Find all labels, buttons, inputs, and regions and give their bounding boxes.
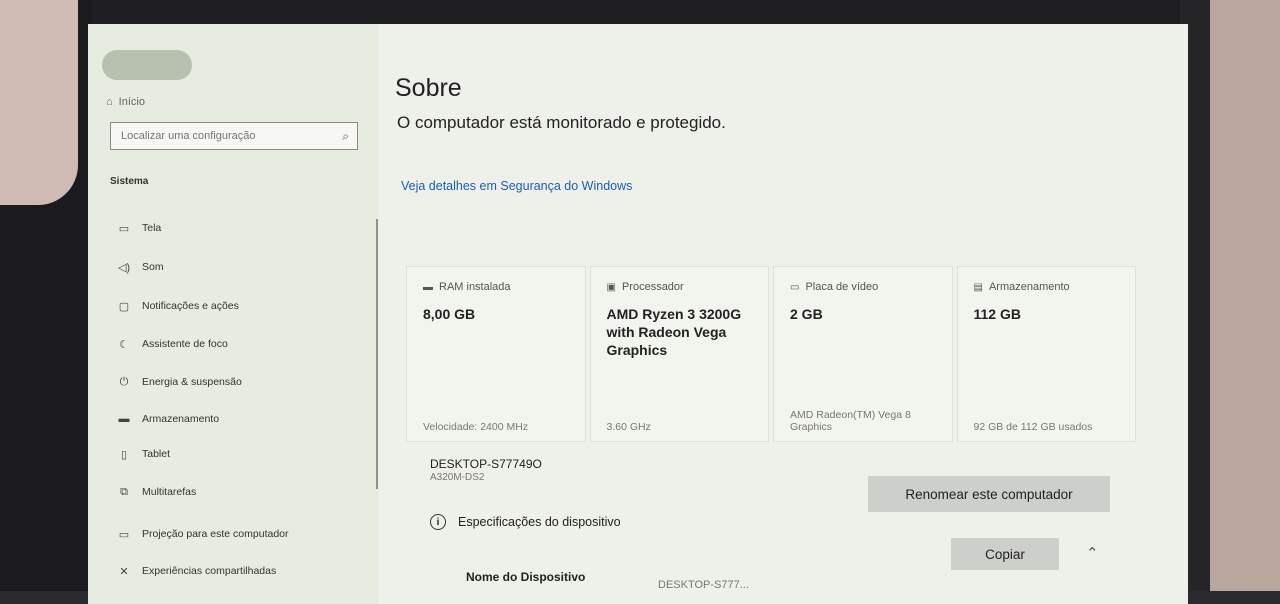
search-icon[interactable]: ⌕ bbox=[342, 129, 349, 144]
card-label: RAM instalada bbox=[439, 281, 511, 293]
card-subtext: Velocidade: 2400 MHz bbox=[423, 421, 529, 433]
info-icon: i bbox=[430, 514, 446, 530]
sidebar-item-label: Tela bbox=[142, 222, 162, 234]
page-title: Sobre bbox=[395, 74, 462, 102]
protection-status: O computador está monitorado e protegido… bbox=[397, 113, 726, 132]
power-icon: ⏻ bbox=[119, 375, 129, 388]
sidebar-item-armazenamento[interactable]: ▬ Armazenamento bbox=[116, 408, 220, 430]
card-header: ▣ Processador bbox=[607, 281, 753, 293]
sidebar-item-label: Assistente de foco bbox=[142, 338, 228, 350]
sidebar-item-notificacoes[interactable]: ▢ Notificações e ações bbox=[116, 295, 239, 317]
settings-window: ⌂ Início ⌕ Sistema ▭ Tela ◁) Som ▢ Notif… bbox=[88, 24, 1188, 604]
sidebar-item-tela[interactable]: ▭ Tela bbox=[116, 217, 161, 239]
card-value: AMD Ryzen 3 3200G with Radeon Vega Graph… bbox=[606, 306, 742, 359]
sidebar-item-label: Projeção para este computador bbox=[142, 528, 289, 540]
card-label: Processador bbox=[621, 281, 684, 293]
settings-search-box[interactable]: ⌕ bbox=[110, 122, 358, 150]
storage-card: ▤ Armazenamento 112 GB 92 GB de 112 GB u… bbox=[956, 266, 1136, 442]
card-subtext: 3.60 GHz bbox=[606, 421, 651, 433]
search-input[interactable] bbox=[119, 129, 323, 143]
processor-card: ▣ Processador AMD Ryzen 3 3200G with Rad… bbox=[589, 266, 769, 442]
home-icon: ⌂ bbox=[106, 96, 113, 108]
storage-icon: ▬ bbox=[118, 413, 130, 425]
device-specs-header[interactable]: i Especificações do dispositivo bbox=[430, 514, 621, 530]
chevron-up-icon[interactable]: ⌃ bbox=[1086, 544, 1099, 562]
section-title: Sistema bbox=[110, 176, 149, 187]
sidebar-item-projecao[interactable]: ▭ Projeção para este computador bbox=[116, 523, 289, 545]
multitask-icon: ⧉ bbox=[120, 485, 128, 498]
speaker-icon: ◁) bbox=[117, 261, 131, 274]
card-label: Armazenamento bbox=[988, 281, 1070, 293]
settings-sidebar: ⌂ Início ⌕ Sistema ▭ Tela ◁) Som ▢ Notif… bbox=[88, 24, 378, 604]
spec-cards: ▬ RAM instalada 8,00 GB Velocidade: 2400… bbox=[406, 266, 1136, 442]
sidebar-item-assistente-foco[interactable]: ☾ Assistente de foco bbox=[116, 333, 228, 355]
card-subtext: 92 GB de 112 GB usados bbox=[973, 421, 1093, 433]
card-header: ▤ Armazenamento bbox=[974, 281, 1120, 293]
device-name-value: DESKTOP-S777... bbox=[658, 579, 749, 591]
ram-card: ▬ RAM instalada 8,00 GB Velocidade: 2400… bbox=[406, 266, 586, 442]
about-page: Sobre O computador está monitorado e pro… bbox=[388, 24, 1188, 604]
windows-security-link[interactable]: Veja detalhes em Segurança do Windows bbox=[401, 179, 632, 193]
sidebar-item-som[interactable]: ◁) Som bbox=[116, 256, 164, 278]
sidebar-item-label: Som bbox=[142, 261, 164, 273]
sidebar-item-label: Notificações e ações bbox=[142, 300, 239, 312]
sidebar-item-label: Experiências compartilhadas bbox=[142, 565, 277, 577]
sidebar-item-energia[interactable]: ⏻ Energia & suspensão bbox=[116, 371, 242, 393]
card-header: ▬ RAM instalada bbox=[423, 281, 569, 293]
sidebar-item-label: Tablet bbox=[142, 448, 171, 460]
background-wall bbox=[1210, 0, 1280, 591]
card-value: 2 GB bbox=[790, 306, 823, 322]
card-header: ▭ Placa de vídeo bbox=[790, 281, 936, 293]
sidebar-item-multitarefas[interactable]: ⧉ Multitarefas bbox=[116, 481, 196, 503]
device-model: A320M-DS2 bbox=[430, 472, 485, 483]
specs-heading: Especificações do dispositivo bbox=[458, 515, 621, 529]
sidebar-item-label: Energia & suspensão bbox=[142, 376, 242, 388]
background-hand bbox=[0, 0, 78, 205]
device-name: DESKTOP-S77749O bbox=[430, 457, 542, 471]
sidebar-item-label: Armazenamento bbox=[142, 413, 220, 425]
scrollbar[interactable] bbox=[376, 219, 378, 489]
cpu-icon: ▣ bbox=[606, 281, 616, 293]
copy-button[interactable]: Copiar bbox=[951, 538, 1059, 570]
card-subtext: AMD Radeon(TM) Vega 8 Graphics bbox=[790, 409, 911, 433]
card-value: 8,00 GB bbox=[423, 306, 476, 322]
sidebar-item-experiencias[interactable]: ✕ Experiências compartilhadas bbox=[116, 560, 276, 582]
home-label: Início bbox=[118, 96, 145, 108]
sidebar-item-label: Multitarefas bbox=[142, 486, 197, 498]
disk-icon: ▤ bbox=[973, 281, 983, 293]
sidebar-item-tablet[interactable]: ▯ Tablet bbox=[116, 443, 170, 465]
moon-icon: ☾ bbox=[119, 338, 129, 351]
gpu-icon: ▭ bbox=[790, 281, 800, 293]
ram-icon: ▬ bbox=[423, 281, 433, 293]
account-avatar[interactable] bbox=[102, 50, 192, 80]
device-name-label: Nome do Dispositivo bbox=[466, 570, 586, 584]
rename-pc-button[interactable]: Renomear este computador bbox=[868, 476, 1110, 512]
shared-icon: ✕ bbox=[119, 565, 129, 578]
projection-icon: ▭ bbox=[118, 528, 130, 541]
tablet-icon: ▯ bbox=[120, 448, 128, 461]
card-label: Placa de vídeo bbox=[805, 281, 879, 293]
card-value: 112 GB bbox=[973, 306, 1021, 322]
monitor-icon: ▭ bbox=[118, 222, 130, 235]
home-link[interactable]: ⌂ Início bbox=[106, 96, 145, 108]
gpu-card: ▭ Placa de vídeo 2 GB AMD Radeon(TM) Veg… bbox=[773, 266, 953, 442]
notification-icon: ▢ bbox=[118, 300, 130, 313]
